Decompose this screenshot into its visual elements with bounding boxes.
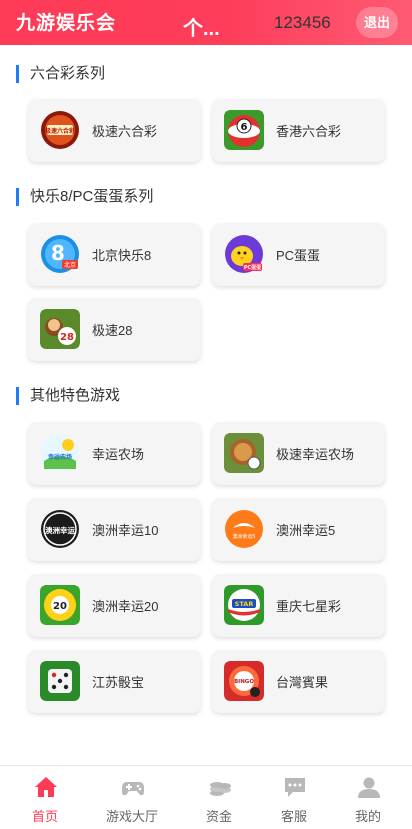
tab-mine[interactable]: 我的: [327, 766, 409, 829]
svg-text:20: 20: [53, 601, 67, 612]
tab-home[interactable]: 首页: [4, 766, 86, 829]
game-card-pc-egg[interactable]: PC蛋蛋 PC蛋蛋: [212, 223, 385, 286]
game-card-australia-lucky10[interactable]: 澳洲幸运 澳洲幸运10: [28, 498, 201, 561]
game-label: 极速28: [92, 323, 133, 338]
tab-label: 客服: [280, 809, 307, 824]
fast-lucky-farm-icon: [224, 433, 264, 473]
bingo-ball-icon: BINGO: [224, 661, 264, 701]
svg-text:幸运农场: 幸运农场: [48, 453, 72, 461]
svg-text:STAR: STAR: [235, 600, 254, 608]
tab-label: 游戏大厅: [105, 809, 158, 824]
bottom-tab-bar: 首页 游戏大厅 资金 客服 我的: [0, 765, 412, 828]
australia-lucky10-icon: 澳洲幸运: [40, 509, 80, 549]
tab-label: 首页: [31, 809, 58, 824]
home-icon: [34, 776, 58, 798]
svg-text:极速六合彩: 极速六合彩: [45, 127, 75, 135]
game-card-hk-liuhecai[interactable]: 6 香港六合彩: [212, 99, 385, 162]
tab-game-hall[interactable]: 游戏大厅: [91, 766, 173, 829]
game-card-lucky-farm[interactable]: 幸运农场 幸运农场: [28, 422, 201, 485]
user-id: 123456: [274, 13, 331, 32]
svg-text:澳洲幸运5: 澳洲幸运5: [232, 533, 255, 540]
game-label: 江苏骰宝: [92, 675, 145, 690]
tab-funds[interactable]: 资金: [178, 766, 260, 829]
game-card-australia-lucky20[interactable]: 20 澳洲幸运20: [28, 574, 201, 637]
dice-icon: [40, 661, 80, 701]
svg-text:北京: 北京: [64, 261, 76, 269]
game-card-australia-lucky5[interactable]: 澳洲幸运5 澳洲幸运5: [212, 498, 385, 561]
game-label: 幸运农场: [92, 447, 145, 462]
svg-text:6: 6: [241, 122, 248, 133]
game-label: 澳洲幸运20: [92, 599, 159, 614]
logout-button[interactable]: 退出: [356, 7, 398, 38]
brand-title: 九游娱乐会: [16, 13, 117, 34]
chat-icon: [283, 776, 307, 798]
svg-text:28: 28: [60, 332, 74, 343]
svg-text:BINGO: BINGO: [234, 679, 254, 685]
game-label: 澳洲幸运5: [276, 523, 336, 538]
user-icon: [357, 776, 381, 798]
username[interactable]: 个...: [183, 12, 220, 41]
section-title-liuhecai: 六合彩系列: [16, 65, 105, 83]
svg-text:澳洲幸运: 澳洲幸运: [45, 525, 75, 535]
game-card-fast-lucky-farm[interactable]: 极速幸运农场: [212, 422, 385, 485]
section-title-kuaile8: 快乐8/PC蛋蛋系列: [16, 188, 153, 206]
game-card-chongqing-qixingcai[interactable]: STAR 重庆七星彩: [212, 574, 385, 637]
tab-label: 资金: [205, 809, 232, 824]
game-label: 重庆七星彩: [276, 599, 342, 614]
game-card-taiwan-bingo[interactable]: BINGO 台灣賓果: [212, 650, 385, 713]
tab-label: 我的: [354, 809, 381, 824]
liuhecai-icon: 极速六合彩: [40, 110, 80, 150]
game-label: 台灣賓果: [276, 675, 329, 690]
game-label: 北京快乐8: [92, 248, 152, 263]
game-label: 极速六合彩: [92, 124, 158, 139]
game-label: 香港六合彩: [276, 124, 342, 139]
australia-lucky20-ball-icon: 20: [40, 585, 80, 625]
tab-customer-service[interactable]: 客服: [253, 766, 335, 829]
svg-text:PC蛋蛋: PC蛋蛋: [244, 264, 262, 271]
australia-lucky5-icon: 澳洲幸运5: [224, 509, 264, 549]
hk-lottery-ball-icon: 6: [224, 110, 264, 150]
lucky-farm-icon: 幸运农场: [40, 433, 80, 473]
star-ball-icon: STAR: [224, 585, 264, 625]
pc-egg-chick-icon: PC蛋蛋: [224, 234, 264, 274]
game-label: 极速幸运农场: [276, 447, 355, 462]
game-card-jisu28[interactable]: 28 极速28: [28, 298, 201, 361]
gamepad-icon: [121, 776, 145, 798]
game-label: PC蛋蛋: [276, 248, 321, 263]
game-card-jisu-liuhecai[interactable]: 极速六合彩 极速六合彩: [28, 99, 201, 162]
beijing-kuaile8-icon: 8 北京: [40, 234, 80, 274]
coins-icon: [208, 776, 232, 798]
game-card-beijing-kuaile8[interactable]: 8 北京 北京快乐8: [28, 223, 201, 286]
section-title-other: 其他特色游戏: [16, 387, 120, 405]
top-header: 九游娱乐会 个... 123456 退出: [0, 0, 412, 45]
jisu28-icon: 28: [40, 309, 80, 349]
game-label: 澳洲幸运10: [92, 523, 159, 538]
game-card-jiangsu-toubao[interactable]: 江苏骰宝: [28, 650, 201, 713]
